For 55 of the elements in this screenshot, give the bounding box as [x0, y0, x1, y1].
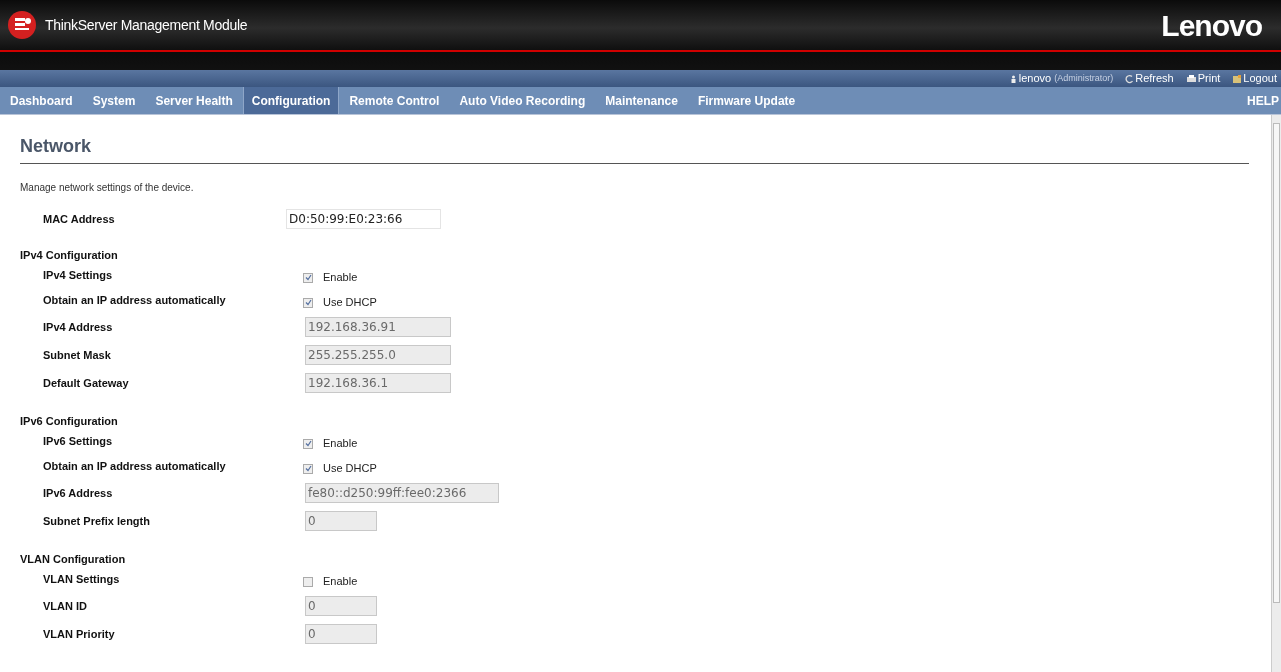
- user-name: lenovo: [1018, 71, 1052, 87]
- section-heading: VLAN Configuration: [20, 552, 127, 567]
- checkbox-label: Use DHCP: [323, 461, 377, 477]
- field-label: VLAN Priority: [42, 626, 116, 642]
- printer-icon: [1185, 73, 1197, 84]
- check-icon: [304, 274, 312, 281]
- nav-tab[interactable]: System: [84, 87, 144, 114]
- nav-tab[interactable]: Maintenance: [597, 87, 686, 114]
- server-logo-icon: [7, 10, 37, 40]
- checkbox[interactable]: [303, 463, 313, 474]
- checkbox[interactable]: [303, 272, 313, 283]
- field-label: Subnet Mask: [42, 347, 112, 363]
- field-label: Obtain an IP address automatically: [42, 459, 227, 475]
- checkbox[interactable]: [303, 297, 313, 308]
- page-description: Manage network settings of the device.: [20, 181, 195, 195]
- door-icon: [1232, 73, 1243, 84]
- checkbox-label: Use DHCP: [323, 295, 377, 311]
- brand-logo: Lenovo: [1161, 7, 1262, 44]
- user-icon: [1010, 74, 1016, 83]
- scrollbar[interactable]: [1271, 115, 1281, 672]
- nav-tab[interactable]: Dashboard: [2, 87, 81, 114]
- nav-tab[interactable]: Firmware Update: [689, 87, 804, 114]
- field-label: IPv6 Address: [42, 485, 114, 501]
- field-label: IPv6 Settings: [42, 434, 114, 450]
- field-label: IPv4 Settings: [42, 268, 114, 284]
- checkbox-label: Enable: [323, 436, 358, 452]
- nav-tab[interactable]: Remote Control: [341, 87, 448, 114]
- checkbox-label: Enable: [323, 574, 358, 590]
- checkbox[interactable]: [303, 438, 313, 449]
- checkbox[interactable]: [303, 576, 313, 587]
- nav-tab[interactable]: Server Health: [147, 87, 241, 114]
- field-label: Obtain an IP address automatically: [42, 293, 227, 309]
- page-title: Network: [20, 133, 1249, 164]
- field-label: VLAN Settings: [42, 572, 121, 588]
- section-heading: IPv4 Configuration: [20, 248, 119, 263]
- checkbox-label: Enable: [323, 270, 358, 286]
- field-label: MAC Address: [42, 211, 116, 227]
- check-icon: [304, 299, 312, 306]
- app-title: ThinkServer Management Module: [45, 15, 248, 35]
- help-link[interactable]: HELP: [1247, 87, 1281, 114]
- nav-tab[interactable]: Configuration: [242, 87, 340, 114]
- header-link[interactable]: Refresh: [1135, 70, 1174, 87]
- field-label: Default Gateway: [42, 375, 130, 391]
- refresh-icon: [1125, 73, 1135, 84]
- nav-tab[interactable]: Auto Video Recording: [451, 87, 594, 114]
- field-label: VLAN ID: [42, 598, 88, 614]
- header-link[interactable]: Print: [1197, 70, 1221, 87]
- user-role: (Administrator): [1054, 71, 1114, 85]
- header-link[interactable]: Logout: [1243, 70, 1277, 87]
- field-label: Subnet Prefix length: [42, 513, 151, 529]
- check-icon: [304, 440, 312, 447]
- field-label: IPv4 Address: [42, 319, 114, 335]
- check-icon: [304, 465, 312, 472]
- text-field[interactable]: D0:50:99:E0:23:66: [286, 209, 441, 229]
- section-heading: IPv6 Configuration: [20, 414, 119, 429]
